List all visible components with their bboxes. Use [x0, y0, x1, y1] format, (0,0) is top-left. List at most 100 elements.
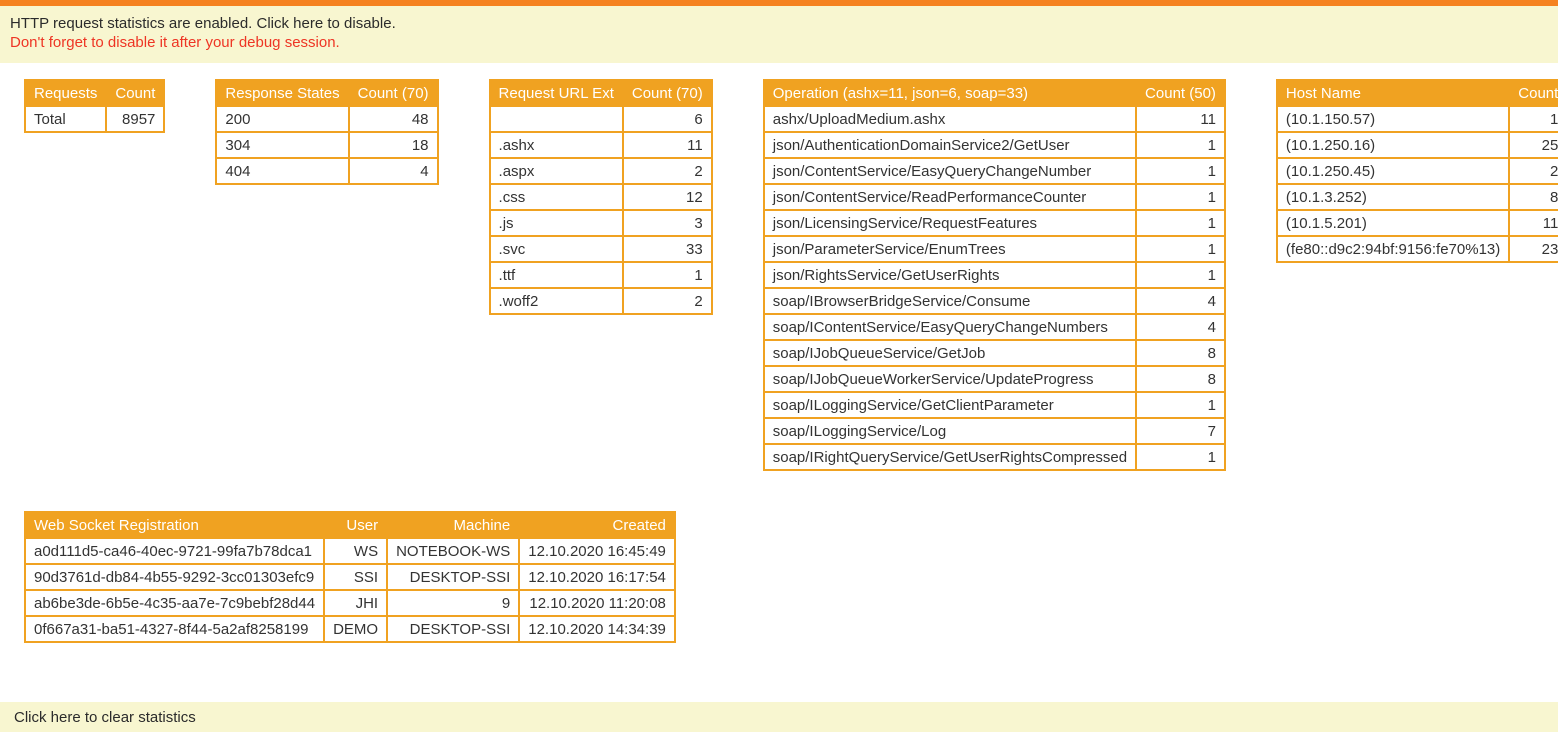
column-header: Created	[519, 512, 675, 538]
banner-warning-text: Don't forget to disable it after your de…	[10, 33, 1548, 52]
table-cell: 1	[1136, 236, 1225, 262]
table-cell: soap/ILoggingService/Log	[764, 418, 1136, 444]
table-row: 6	[490, 106, 712, 132]
column-header: Count (50)	[1136, 80, 1225, 106]
table-cell: .woff2	[490, 288, 623, 314]
table-cell: (10.1.250.16)	[1277, 132, 1509, 158]
table-row: .js3	[490, 210, 712, 236]
table-cell: 1	[1136, 132, 1225, 158]
table-cell: 4	[1136, 288, 1225, 314]
table-cell: 8	[1136, 366, 1225, 392]
table-cell: 12	[623, 184, 712, 210]
table-cell: 8	[1136, 340, 1225, 366]
table-cell: 33	[623, 236, 712, 262]
table-cell: 8957	[106, 106, 164, 132]
table-cell: 2	[1509, 158, 1558, 184]
table-cell: 12.10.2020 16:45:49	[519, 538, 675, 564]
response-states-table: Response StatesCount (70)20048304184044	[215, 79, 438, 185]
table-cell: .ttf	[490, 262, 623, 288]
column-header: Count (70)	[349, 80, 438, 106]
table-cell: 200	[216, 106, 348, 132]
table-cell: soap/IRightQueryService/GetUserRightsCom…	[764, 444, 1136, 470]
table-cell: NOTEBOOK-WS	[387, 538, 519, 564]
table-row: (10.1.250.16)2512.10.2020 17:02:15	[1277, 132, 1558, 158]
table-row: soap/ILoggingService/GetClientParameter1	[764, 392, 1225, 418]
table-cell: 1	[1136, 158, 1225, 184]
table-cell: 8	[1509, 184, 1558, 210]
table-cell: soap/IContentService/EasyQueryChangeNumb…	[764, 314, 1136, 340]
table-cell: .aspx	[490, 158, 623, 184]
clear-statistics-label[interactable]: Click here to clear statistics	[14, 709, 196, 726]
table-row: .ttf1	[490, 262, 712, 288]
table-cell: soap/IBrowserBridgeService/Consume	[764, 288, 1136, 314]
table-row: 90d3761d-db84-4b55-9292-3cc01303efc9SSID…	[25, 564, 675, 590]
table-cell: 7	[1136, 418, 1225, 444]
table-cell: Total	[25, 106, 106, 132]
table-cell: SSI	[324, 564, 387, 590]
statistics-enabled-banner[interactable]: HTTP request statistics are enabled. Cli…	[0, 0, 1558, 63]
table-cell: 11	[623, 132, 712, 158]
table-cell: (10.1.5.201)	[1277, 210, 1509, 236]
header-row: Host NameCountLast Access	[1277, 80, 1558, 106]
table-cell: 1	[1136, 262, 1225, 288]
header-row: Request URL ExtCount (70)	[490, 80, 712, 106]
table-cell: json/LicensingService/RequestFeatures	[764, 210, 1136, 236]
table-cell: DESKTOP-SSI	[387, 616, 519, 642]
table-cell: DEMO	[324, 616, 387, 642]
table-cell: 11	[1509, 210, 1558, 236]
table-row: .css12	[490, 184, 712, 210]
column-header: Operation (ashx=11, json=6, soap=33)	[764, 80, 1136, 106]
table-cell: soap/ILoggingService/GetClientParameter	[764, 392, 1136, 418]
table-cell: 9	[387, 590, 519, 616]
table-cell: 12.10.2020 14:34:39	[519, 616, 675, 642]
table-cell: 18	[349, 132, 438, 158]
table-cell: json/RightsService/GetUserRights	[764, 262, 1136, 288]
table-cell: 304	[216, 132, 348, 158]
statistics-tables-row: RequestsCountTotal8957 Response StatesCo…	[0, 63, 1558, 471]
clear-statistics-bar[interactable]: Click here to clear statistics	[0, 702, 1558, 732]
table-cell: 3	[623, 210, 712, 236]
table-row: ashx/UploadMedium.ashx11	[764, 106, 1225, 132]
table-cell: 6	[623, 106, 712, 132]
column-header: Requests	[25, 80, 106, 106]
table-row: json/ParameterService/EnumTrees1	[764, 236, 1225, 262]
table-cell: json/ContentService/ReadPerformanceCount…	[764, 184, 1136, 210]
requests-table: RequestsCountTotal8957	[24, 79, 165, 133]
table-row: soap/IRightQueryService/GetUserRightsCom…	[764, 444, 1225, 470]
table-row: 4044	[216, 158, 437, 184]
table-cell: 2	[623, 288, 712, 314]
web-socket-registration-table: Web Socket RegistrationUserMachineCreate…	[24, 511, 676, 643]
table-cell: 4	[1136, 314, 1225, 340]
request-url-ext-table: Request URL ExtCount (70)6.ashx11.aspx2.…	[489, 79, 713, 315]
table-cell: (10.1.150.57)	[1277, 106, 1509, 132]
table-cell: .svc	[490, 236, 623, 262]
column-header: Host Name	[1277, 80, 1509, 106]
table-cell: 1	[1136, 444, 1225, 470]
table-cell: 23	[1509, 236, 1558, 262]
table-cell: (10.1.250.45)	[1277, 158, 1509, 184]
table-row: (fe80::d9c2:94bf:9156:fe70%13)2312.10.20…	[1277, 236, 1558, 262]
table-row: soap/ILoggingService/Log7	[764, 418, 1225, 444]
table-row: soap/IJobQueueWorkerService/UpdateProgre…	[764, 366, 1225, 392]
table-row: .woff22	[490, 288, 712, 314]
table-cell: 1	[1136, 184, 1225, 210]
table-cell: a0d111d5-ca46-40ec-9721-99fa7b78dca1	[25, 538, 324, 564]
header-row: Operation (ashx=11, json=6, soap=33)Coun…	[764, 80, 1225, 106]
banner-enabled-text[interactable]: HTTP request statistics are enabled. Cli…	[10, 14, 1548, 33]
table-cell: .js	[490, 210, 623, 236]
table-cell: DESKTOP-SSI	[387, 564, 519, 590]
table-cell	[490, 106, 623, 132]
table-row: json/LicensingService/RequestFeatures1	[764, 210, 1225, 236]
table-cell: soap/IJobQueueService/GetJob	[764, 340, 1136, 366]
table-row: (10.1.5.201)1112.10.2020 17:02:14	[1277, 210, 1558, 236]
table-cell: soap/IJobQueueWorkerService/UpdateProgre…	[764, 366, 1136, 392]
table-cell: 1	[1136, 392, 1225, 418]
table-cell: 4	[349, 158, 438, 184]
web-socket-section: Web Socket RegistrationUserMachineCreate…	[24, 511, 1558, 643]
column-header: Response States	[216, 80, 348, 106]
table-row: 20048	[216, 106, 437, 132]
table-row: .svc33	[490, 236, 712, 262]
header-row: RequestsCount	[25, 80, 164, 106]
table-row: json/ContentService/EasyQueryChangeNumbe…	[764, 158, 1225, 184]
table-row: 0f667a31-ba51-4327-8f44-5a2af8258199DEMO…	[25, 616, 675, 642]
